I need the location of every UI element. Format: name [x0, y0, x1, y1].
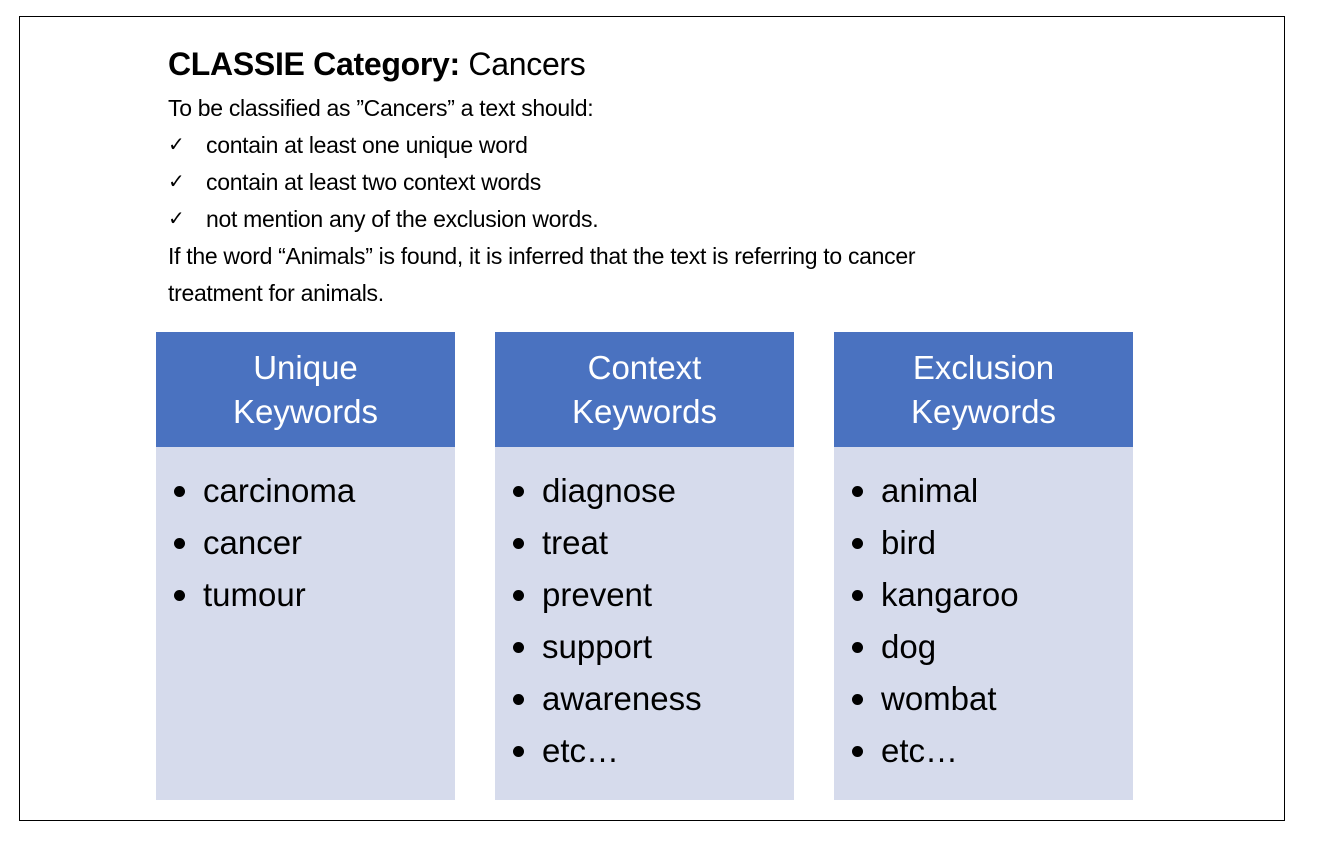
keyword-text: diagnose: [542, 472, 676, 509]
keyword-list: carcinoma cancer tumour: [156, 447, 455, 621]
column-header-line: Keywords: [572, 392, 717, 430]
checkmark-icon: ✓: [168, 171, 185, 193]
keyword-text: kangaroo: [881, 576, 1019, 613]
intro-text: To be classified as ”Cancers” a text sho…: [168, 95, 594, 121]
bullet-icon: [513, 485, 524, 497]
criterion-item: ✓ not mention any of the exclusion words…: [168, 201, 915, 238]
column-header: Context Keywords: [495, 332, 794, 447]
checkmark-icon: ✓: [168, 134, 185, 156]
keyword-item: dog: [852, 621, 1133, 673]
bullet-icon: [174, 485, 185, 497]
bullet-icon: [513, 537, 524, 549]
column-header-line: Keywords: [911, 392, 1056, 430]
note-line-2: treatment for animals.: [168, 280, 384, 306]
keyword-item: etc…: [513, 725, 794, 777]
bullet-icon: [852, 537, 863, 549]
keyword-text: dog: [881, 628, 937, 665]
keyword-text: etc…: [881, 732, 959, 769]
criterion-text: contain at least one unique word: [206, 132, 528, 158]
keyword-text: support: [542, 628, 653, 665]
keyword-item: awareness: [513, 673, 794, 725]
keyword-text: animal: [881, 472, 979, 509]
keyword-item: bird: [852, 517, 1133, 569]
criterion-item: ✓ contain at least two context words: [168, 164, 915, 201]
keyword-text: tumour: [203, 576, 306, 613]
keyword-text: prevent: [542, 576, 653, 613]
bullet-icon: [513, 589, 524, 601]
unique-keywords-column: Unique Keywords carcinoma cancer tumour: [156, 332, 455, 800]
keyword-text: awareness: [542, 680, 702, 717]
column-header-line: Exclusion: [912, 348, 1055, 386]
keyword-item: animal: [852, 465, 1133, 517]
keyword-item: tumour: [174, 569, 455, 621]
bullet-icon: [174, 537, 185, 549]
keyword-item: etc…: [852, 725, 1133, 777]
bullet-icon: [852, 485, 863, 497]
keyword-item: wombat: [852, 673, 1133, 725]
keyword-list: animal bird kangaroo dog wombat etc…: [834, 447, 1133, 777]
column-header-line: Keywords: [233, 392, 378, 430]
criterion-text: not mention any of the exclusion words.: [206, 206, 599, 232]
context-keywords-column: Context Keywords diagnose treat prevent sup…: [495, 332, 794, 800]
checkmark-icon: ✓: [168, 208, 185, 230]
bullet-icon: [852, 641, 863, 653]
keyword-item: treat: [513, 517, 794, 569]
keyword-item: kangaroo: [852, 569, 1133, 621]
criterion-text: contain at least two context words: [206, 169, 541, 195]
bullet-icon: [852, 693, 863, 705]
bullet-icon: [852, 589, 863, 601]
keyword-text: bird: [881, 524, 937, 561]
exclusion-keywords-column: Exclusion Keywords animal bird kangaroo dog…: [834, 332, 1133, 800]
keyword-list: diagnose treat prevent support awareness etc…: [495, 447, 794, 777]
column-header-line: Context: [587, 348, 702, 386]
bullet-icon: [513, 693, 524, 705]
category-title: CLASSIE Category: Cancers: [168, 44, 586, 84]
column-header: Unique Keywords: [156, 332, 455, 447]
keyword-item: support: [513, 621, 794, 673]
bullet-icon: [513, 641, 524, 653]
bullet-icon: [852, 745, 863, 757]
column-header-line: Unique: [253, 348, 358, 386]
keyword-item: diagnose: [513, 465, 794, 517]
keyword-item: prevent: [513, 569, 794, 621]
title-label: CLASSIE Category:: [168, 46, 460, 82]
bullet-icon: [513, 745, 524, 757]
keyword-text: etc…: [542, 732, 620, 769]
keyword-text: cancer: [203, 524, 303, 561]
bullet-icon: [174, 589, 185, 601]
criterion-item: ✓ contain at least one unique word: [168, 127, 915, 164]
keyword-text: treat: [542, 524, 609, 561]
criteria-block: To be classified as ”Cancers” a text sho…: [168, 90, 916, 312]
note-line-1: If the word “Animals” is found, it is in…: [168, 243, 916, 269]
keyword-text: wombat: [881, 680, 997, 717]
keyword-item: carcinoma: [174, 465, 455, 517]
title-category: Cancers: [459, 46, 586, 82]
keyword-item: cancer: [174, 517, 455, 569]
column-header: Exclusion Keywords: [834, 332, 1133, 447]
keyword-text: carcinoma: [203, 472, 356, 509]
